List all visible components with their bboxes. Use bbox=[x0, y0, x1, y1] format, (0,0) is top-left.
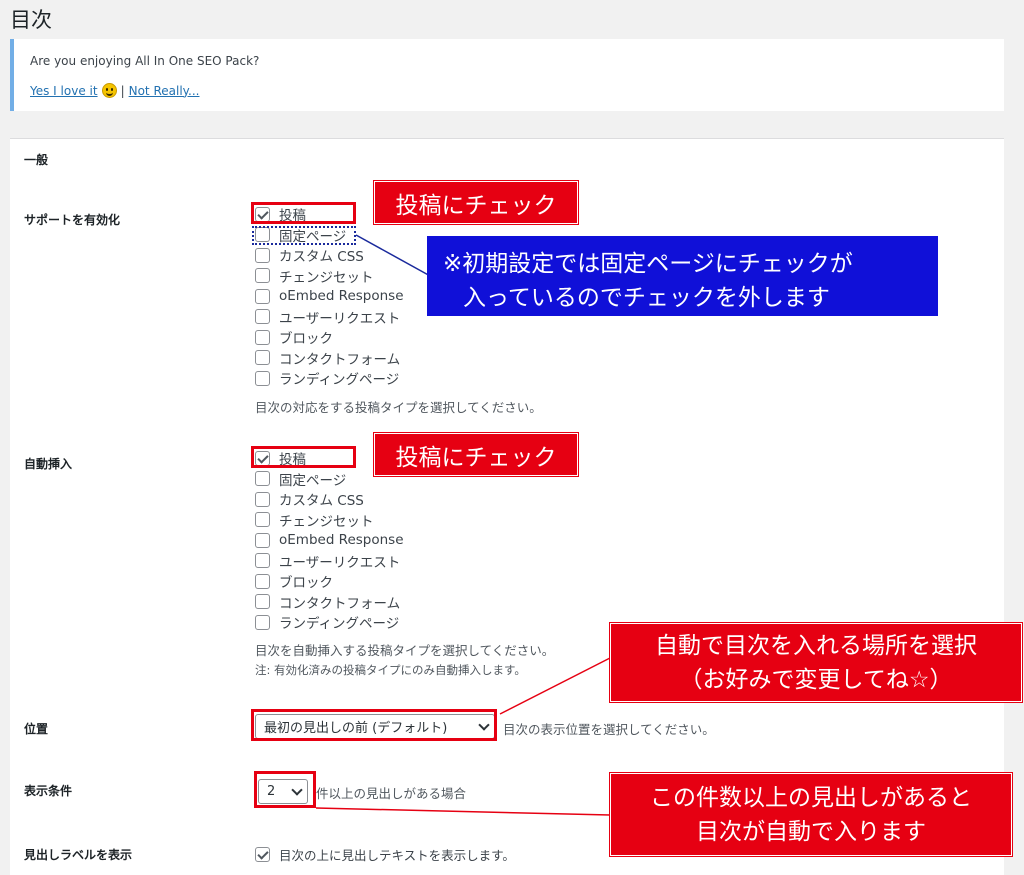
feedback-notice: Are you enjoying All In One SEO Pack? Ye… bbox=[10, 39, 1004, 111]
support-post-type-option-label: oEmbed Response bbox=[279, 288, 404, 304]
heading-label-label: 見出しラベルを表示 bbox=[24, 848, 133, 862]
support-description: 目次の対応をする投稿タイプを選択してください。 bbox=[255, 400, 542, 415]
auto-insert-post-type-option[interactable]: oEmbed Response bbox=[255, 531, 404, 549]
support-post-type-option[interactable]: oEmbed Response bbox=[255, 287, 404, 305]
auto-insert-post-type-option-label: カスタム CSS bbox=[279, 493, 364, 509]
support-post-type-checkbox[interactable] bbox=[255, 309, 270, 324]
auto-insert-post-type-checkbox[interactable] bbox=[255, 471, 270, 486]
auto-insert-post-type-option-label: 固定ページ bbox=[279, 472, 347, 489]
auto-insert-post-type-option[interactable]: ユーザーリクエスト bbox=[255, 552, 401, 571]
show-heading-label-checkbox[interactable] bbox=[255, 846, 270, 862]
auto-insert-post-type-option[interactable]: カスタム CSS bbox=[255, 490, 364, 509]
not-really-link[interactable]: Not Really... bbox=[129, 84, 200, 98]
support-post-type-option-label: ユーザーリクエスト bbox=[279, 310, 401, 327]
show-heading-label-option[interactable]: 目次の上に見出しテキストを表示します。 bbox=[255, 845, 515, 863]
auto-insert-description: 目次を自動挿入する投稿タイプを選択してください。 bbox=[255, 643, 555, 658]
support-post-type-option[interactable]: ユーザーリクエスト bbox=[255, 308, 401, 327]
annotation-check-post-2: 投稿にチェック bbox=[373, 432, 579, 477]
auto-insert-post-type-checkbox[interactable] bbox=[255, 553, 270, 568]
auto-insert-post-type-checkbox[interactable] bbox=[255, 573, 270, 589]
position-description: 目次の表示位置を選択してください。 bbox=[503, 722, 715, 737]
support-post-type-checkbox[interactable] bbox=[255, 288, 270, 304]
highlight-position-select bbox=[251, 709, 497, 741]
support-post-type-option-label: カスタム CSS bbox=[279, 249, 364, 265]
fixed-page-note-line1: ※初期設定では固定ページにチェックが bbox=[443, 251, 853, 277]
smile-emoji-icon bbox=[101, 83, 117, 98]
support-post-type-checkbox[interactable] bbox=[255, 370, 270, 386]
auto-insert-label: 自動挿入 bbox=[24, 457, 73, 471]
highlight-auto-insert-post bbox=[251, 446, 356, 468]
auto-insert-post-type-option[interactable]: 固定ページ bbox=[255, 470, 347, 489]
position-note-line1: 自動で目次を入れる場所を選択 bbox=[655, 632, 977, 659]
auto-insert-post-type-checkbox[interactable] bbox=[255, 614, 270, 630]
auto-insert-post-type-checkbox[interactable] bbox=[255, 512, 270, 527]
support-post-type-option-label: コンタクトフォーム bbox=[279, 351, 401, 368]
auto-insert-post-type-option[interactable]: コンタクトフォーム bbox=[255, 593, 401, 612]
auto-insert-post-type-option-label: コンタクトフォーム bbox=[279, 595, 401, 612]
support-label: サポートを有効化 bbox=[24, 213, 121, 227]
support-post-type-checkbox[interactable] bbox=[255, 329, 270, 345]
auto-insert-post-type-option-label: ブロック bbox=[279, 575, 333, 591]
support-post-type-option[interactable]: チェンジセット bbox=[255, 267, 374, 286]
auto-insert-post-type-checkbox[interactable] bbox=[255, 491, 270, 507]
auto-insert-post-type-option[interactable]: ランディングページ bbox=[255, 613, 400, 632]
auto-insert-post-type-checkbox[interactable] bbox=[255, 532, 270, 548]
highlight-support-post bbox=[251, 202, 356, 224]
count-note-line2: 目次が自動で入ります bbox=[696, 818, 926, 845]
annotation-count-note: この件数以上の見出しがあると 目次が自動で入ります bbox=[609, 772, 1013, 857]
support-post-type-checkbox[interactable] bbox=[255, 247, 270, 263]
notice-links: Yes I love it | Not Really... bbox=[30, 83, 199, 98]
auto-insert-post-type-option-label: oEmbed Response bbox=[279, 532, 404, 548]
show-heading-label-text: 目次の上に見出しテキストを表示します。 bbox=[279, 847, 515, 863]
support-post-type-option-label: ランディングページ bbox=[279, 372, 400, 388]
support-post-type-checkbox[interactable] bbox=[255, 268, 270, 283]
support-post-type-option[interactable]: ランディングページ bbox=[255, 369, 400, 388]
display-condition-description: 件以上の見出しがある場合 bbox=[316, 786, 467, 801]
support-post-type-option-label: ブロック bbox=[279, 331, 333, 347]
yes-love-it-link[interactable]: Yes I love it bbox=[30, 84, 98, 98]
support-post-type-option[interactable]: カスタム CSS bbox=[255, 246, 364, 265]
auto-insert-post-type-option[interactable]: ブロック bbox=[255, 572, 333, 591]
notice-separator: | bbox=[120, 83, 125, 98]
annotation-check-post-1: 投稿にチェック bbox=[373, 180, 579, 225]
auto-insert-note: 注: 有効化済みの投稿タイプにのみ自動挿入します。 bbox=[255, 663, 526, 677]
notice-question: Are you enjoying All In One SEO Pack? bbox=[30, 54, 260, 68]
auto-insert-post-type-option[interactable]: チェンジセット bbox=[255, 511, 374, 530]
auto-insert-post-type-option-label: ランディングページ bbox=[279, 616, 400, 632]
support-post-type-option-label: チェンジセット bbox=[279, 269, 374, 286]
support-post-type-option[interactable]: コンタクトフォーム bbox=[255, 349, 401, 368]
auto-insert-post-type-checkbox[interactable] bbox=[255, 594, 270, 609]
support-post-type-checkbox[interactable] bbox=[255, 350, 270, 365]
display-condition-label: 表示条件 bbox=[24, 784, 73, 798]
highlight-count-select bbox=[254, 771, 316, 808]
auto-insert-post-type-option-label: チェンジセット bbox=[279, 513, 374, 530]
count-note-line1: この件数以上の見出しがあると bbox=[650, 784, 972, 811]
page-title: 目次 bbox=[10, 8, 52, 32]
annotation-fixed-page-note: ※初期設定では固定ページにチェックが 入っているのでチェックを外します bbox=[427, 236, 938, 316]
annotation-position-note: 自動で目次を入れる場所を選択 （お好みで変更してね☆） bbox=[609, 622, 1023, 703]
position-label: 位置 bbox=[24, 722, 49, 736]
support-post-type-option[interactable]: ブロック bbox=[255, 328, 333, 347]
position-note-line2: （お好みで変更してね☆） bbox=[679, 666, 953, 693]
auto-insert-post-type-option-label: ユーザーリクエスト bbox=[279, 554, 401, 571]
fixed-page-note-line2: 入っているのでチェックを外します bbox=[463, 285, 830, 311]
highlight-support-fixed-page bbox=[252, 226, 356, 245]
section-heading: 一般 bbox=[24, 153, 49, 167]
